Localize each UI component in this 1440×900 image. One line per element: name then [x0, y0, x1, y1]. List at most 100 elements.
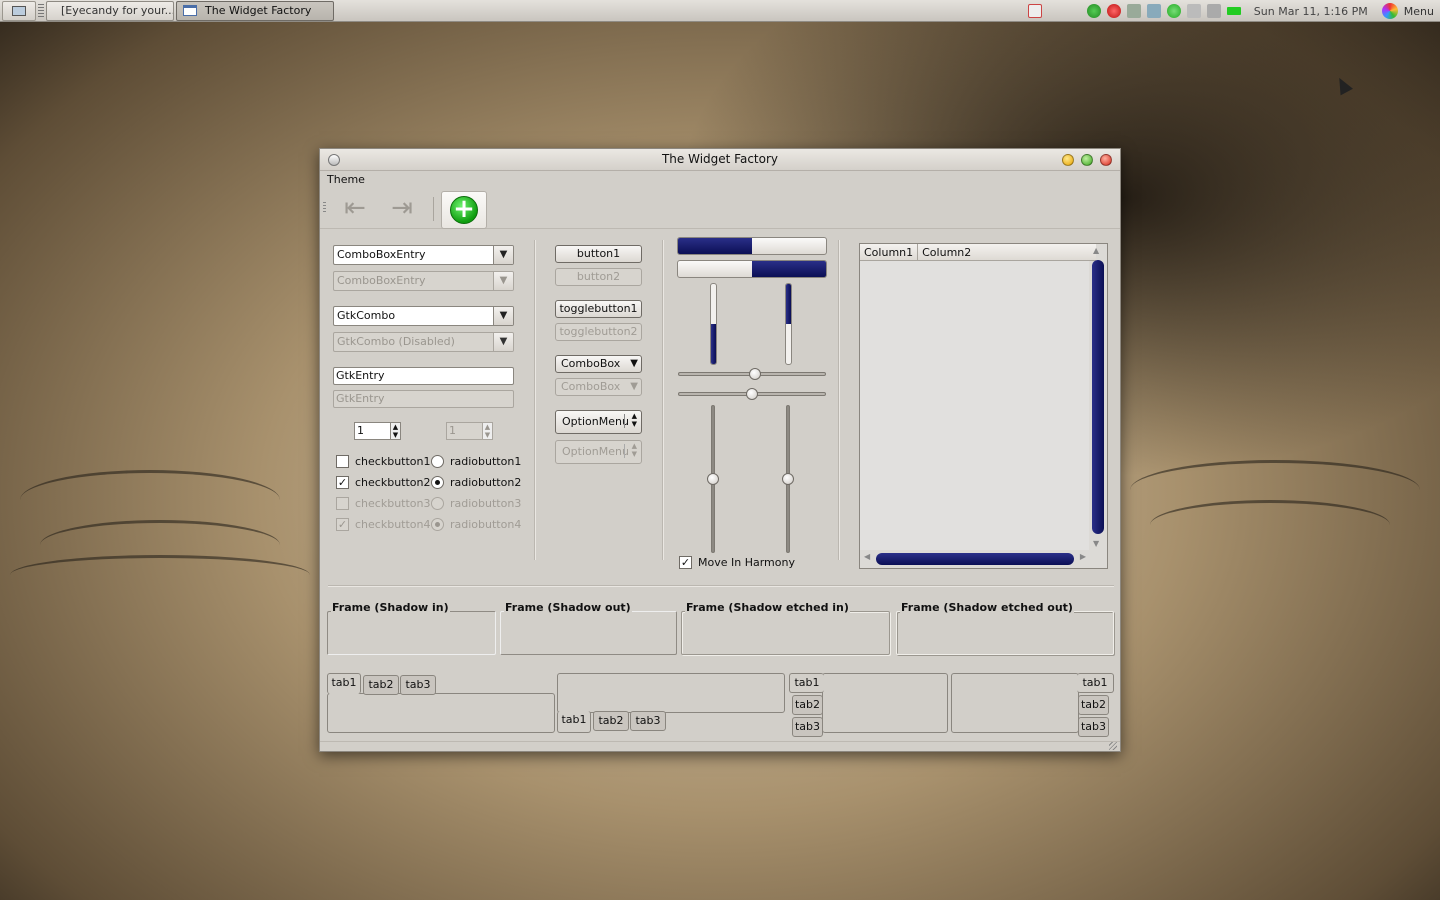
frame-box	[681, 611, 890, 655]
column-header-1[interactable]: Column1	[860, 244, 919, 260]
volume-icon[interactable]	[1186, 4, 1201, 18]
notebook-tab[interactable]: tab2	[593, 711, 629, 731]
taskbar-item-label: [Eyecandy for your...	[61, 4, 174, 17]
taskbar-item-firefox[interactable]: [Eyecandy for your...	[46, 0, 174, 21]
combobox-disabled-value: ComboBox	[561, 380, 621, 393]
vertical-scrollbar[interactable]: ▲ ▼	[1092, 246, 1104, 548]
notebook-tabs-top: tab1 tab2 tab3	[327, 673, 555, 735]
progress-fill	[752, 261, 826, 277]
close-button[interactable]	[1100, 154, 1112, 166]
combobox-entry[interactable]: ComboBoxEntry ▼	[333, 245, 514, 265]
notebook-tabs-right: tab1 tab2 tab3	[951, 673, 1114, 737]
notebook-tab[interactable]: tab2	[1078, 695, 1109, 715]
dropdown-arrow-icon: ▼	[493, 333, 513, 351]
menu-logo-icon	[1381, 3, 1398, 19]
optionmenu-disabled-value: OptionMenu	[562, 445, 629, 458]
optionmenu-value: OptionMenu	[562, 415, 629, 428]
checkbutton-label: checkbutton1	[355, 455, 431, 468]
power-icon[interactable]	[1106, 4, 1121, 18]
horizontal-scrollbar[interactable]: ◀ ▶	[862, 552, 1088, 566]
dropdown-arrow-icon: ▼	[630, 358, 638, 369]
top-panel: [Eyecandy for your... The Widget Factory…	[0, 0, 1440, 22]
window-titlebar[interactable]: The Widget Factory	[320, 149, 1120, 171]
notebook-tab[interactable]: tab3	[630, 711, 666, 731]
combobox-entry-disabled-value: ComboBoxEntry	[337, 274, 426, 287]
tree-view[interactable]: Column1 Column2 ▲ ▼ ◀ ▶	[859, 243, 1108, 569]
battery-icon[interactable]	[1226, 7, 1241, 15]
scroll-up-icon[interactable]: ▲	[1093, 246, 1099, 255]
taskbar-item-widget-factory[interactable]: The Widget Factory	[176, 0, 334, 21]
toolbar-grip-icon[interactable]	[323, 202, 326, 214]
horizontal-scale-1[interactable]	[678, 368, 826, 380]
notebook-tab[interactable]: tab1	[557, 711, 591, 733]
vertical-scale-1[interactable]	[707, 405, 719, 553]
notebook-tab[interactable]: tab3	[1078, 717, 1109, 737]
gtk-combo[interactable]: GtkCombo ▼	[333, 306, 514, 326]
window-title: The Widget Factory	[661, 152, 779, 166]
resize-grip-icon[interactable]	[1109, 742, 1117, 750]
menubar: Theme	[320, 171, 1120, 189]
panel-grip-icon[interactable]	[38, 3, 44, 18]
checkbutton1[interactable]: checkbutton1	[336, 455, 431, 468]
wireless-icon[interactable]	[1206, 4, 1221, 18]
scrollbar-thumb[interactable]	[876, 553, 1074, 565]
mail-icon[interactable]	[1146, 4, 1161, 18]
refresh-icon[interactable]	[1086, 4, 1101, 18]
radiobutton1[interactable]: radiobutton1	[431, 455, 521, 468]
button1[interactable]: button1	[555, 245, 642, 263]
notebook-tab[interactable]: tab2	[363, 675, 399, 695]
add-button[interactable]: +	[441, 191, 487, 229]
scroll-down-icon[interactable]: ▼	[1093, 539, 1099, 548]
notebook-tab[interactable]: tab1	[327, 673, 361, 694]
scale-knob[interactable]	[707, 473, 719, 485]
column-header-2[interactable]: Column2	[918, 244, 1096, 260]
spin-button[interactable]: 1 ▲ ▼	[354, 422, 401, 440]
scale-knob[interactable]	[748, 368, 761, 380]
network-icon[interactable]	[1126, 4, 1141, 18]
notebook-tab[interactable]: tab2	[792, 695, 823, 715]
combobox-disabled: ComboBox ▼	[555, 378, 642, 396]
scrollbar-thumb[interactable]	[1092, 260, 1104, 534]
frame-label: Frame (Shadow in)	[331, 601, 450, 614]
close-applet-icon[interactable]	[1027, 4, 1042, 18]
vertical-scale-2[interactable]	[782, 405, 794, 553]
scroll-right-icon[interactable]: ▶	[1080, 552, 1086, 561]
progress-fill	[786, 284, 791, 324]
background-handwriting	[10, 555, 310, 595]
spin-arrows-icon[interactable]: ▲ ▼	[390, 423, 400, 439]
forward-arrow-icon[interactable]: ⇥	[387, 195, 417, 221]
move-in-harmony-checkbox[interactable]: ✓ Move In Harmony	[679, 556, 795, 569]
main-menu-button[interactable]: Menu	[1381, 3, 1434, 19]
togglebutton1[interactable]: togglebutton1	[555, 300, 642, 318]
radio-selected-icon	[431, 476, 444, 489]
dropdown-arrow-icon[interactable]: ▼	[493, 246, 513, 264]
radiobutton-label: radiobutton1	[450, 455, 522, 468]
maximize-button[interactable]	[1081, 154, 1093, 166]
horizontal-scale-2[interactable]	[678, 388, 826, 400]
frame-label: Frame (Shadow etched in)	[685, 601, 850, 614]
checkbutton2[interactable]: ✓ checkbutton2	[336, 476, 431, 489]
tree-body[interactable]	[860, 261, 1089, 550]
scale-knob[interactable]	[782, 473, 794, 485]
shield-icon[interactable]	[1166, 4, 1181, 18]
minimize-button[interactable]	[1062, 154, 1074, 166]
combobox[interactable]: ComboBox ▼	[555, 355, 642, 373]
spin-arrows-icon: ▲ ▼	[482, 423, 492, 439]
notebook-tab[interactable]: tab3	[400, 675, 436, 695]
statusbar	[320, 741, 1120, 751]
scroll-left-icon[interactable]: ◀	[864, 552, 870, 561]
checkbox-checked-icon: ✓	[336, 518, 349, 531]
back-arrow-icon[interactable]: ⇤	[340, 195, 370, 221]
dropdown-arrow-icon[interactable]: ▼	[493, 307, 513, 325]
checkbutton-label: checkbutton2	[355, 476, 431, 489]
optionmenu[interactable]: OptionMenu ▲ ▼	[555, 410, 642, 434]
notebook-tab[interactable]: tab1	[789, 673, 824, 693]
show-desktop-button[interactable]	[2, 0, 36, 21]
clock[interactable]: Sun Mar 11, 1:16 PM	[1254, 5, 1368, 18]
radiobutton2[interactable]: radiobutton2	[431, 476, 521, 489]
notebook-tab[interactable]: tab1	[1077, 673, 1114, 693]
scale-knob[interactable]	[746, 388, 758, 400]
gtk-entry[interactable]: GtkEntry	[333, 367, 514, 385]
menu-theme[interactable]: Theme	[327, 173, 365, 186]
notebook-tab[interactable]: tab3	[792, 717, 823, 737]
